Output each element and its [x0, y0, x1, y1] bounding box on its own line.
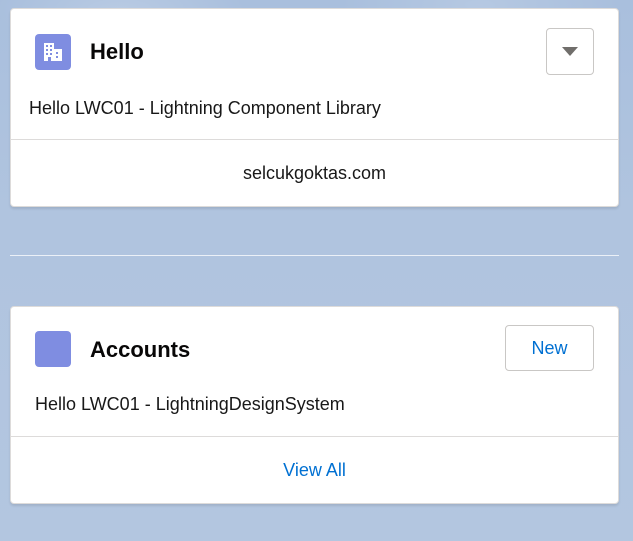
accounts-card-title: Accounts — [90, 337, 191, 362]
hello-card-body: Hello LWC01 - Lightning Component Librar… — [29, 98, 381, 118]
accounts-card: Accounts New Hello LWC01 - LightningDesi… — [10, 306, 619, 504]
accounts-card-body: Hello LWC01 - LightningDesignSystem — [35, 394, 345, 414]
accounts-card-header: Accounts New — [11, 307, 618, 393]
hello-card-menu-button[interactable] — [546, 28, 594, 75]
chevron-down-icon — [562, 46, 578, 56]
section-divider — [10, 255, 619, 256]
hello-card-footer-text: selcukgoktas.com — [242, 162, 387, 183]
hello-card-header: Hello — [11, 9, 618, 95]
account-icon — [35, 331, 71, 367]
hello-card-title: Hello — [90, 39, 144, 64]
hello-card-footer: selcukgoktas.com — [11, 139, 618, 206]
hello-card: Hello Hello LWC01 - Lightning Component … — [10, 8, 619, 207]
building-icon — [35, 34, 71, 70]
new-account-button[interactable]: New — [505, 325, 594, 371]
accounts-card-footer: View All — [11, 436, 618, 503]
view-all-link[interactable]: View All — [283, 460, 346, 481]
